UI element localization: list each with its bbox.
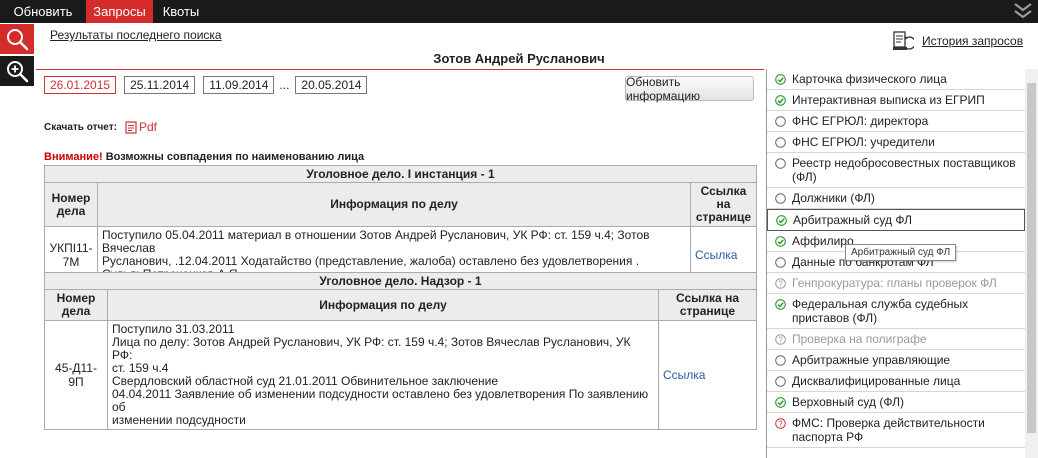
source-item[interactable]: Должники (ФЛ) [767, 188, 1025, 209]
case-info: Поступило 31.03.2011 Лица по делу: Зотов… [107, 320, 659, 430]
empty-circle-icon [775, 158, 786, 169]
sidebar-scrollbar-thumb[interactable] [1027, 83, 1036, 433]
source-item[interactable]: Федеральная служба судебных приставов (Ф… [767, 294, 1025, 329]
source-item-label: Арбитражные управляющие [792, 353, 951, 367]
search-icon [7, 29, 29, 51]
date-button[interactable]: 25.11.2014 [124, 76, 196, 94]
table-row: 45-Д11-9П Поступило 31.03.2011 Лица по д… [44, 320, 757, 430]
source-item-label: Карточка физического лица [792, 72, 947, 86]
tab-quotas[interactable]: Квоты [153, 0, 209, 23]
source-item-label: Генпрокуратура: планы проверок ФЛ [792, 276, 997, 290]
search-tool-button[interactable] [0, 24, 34, 54]
source-item[interactable]: Арбитражные управляющие [767, 350, 1025, 371]
column-header-info: Информация по делу [97, 182, 691, 227]
download-report: Скачать отчет: Pdf [44, 120, 157, 134]
source-item[interactable]: Верховный суд (ФЛ) [767, 392, 1025, 413]
empty-circle-icon [775, 116, 786, 127]
report-dates: 26.01.2015 25.11.2014 11.09.2014 ... 20.… [44, 76, 375, 94]
case-info-line: изменении подсудности [112, 413, 246, 427]
date-button[interactable]: 11.09.2014 [203, 76, 275, 94]
empty-circle-icon [775, 137, 786, 148]
warning-prefix: Внимание! [44, 151, 103, 163]
column-header-info: Информация по делу [107, 289, 659, 321]
sources-sidebar: Карточка физического лица Интерактивная в… [766, 69, 1038, 458]
source-item-label: Дисквалифицированные лица [792, 374, 961, 388]
tab-requests[interactable]: Запросы [86, 0, 153, 23]
empty-circle-icon [775, 376, 786, 387]
last-search-results-link[interactable]: Результаты последнего поиска [50, 28, 222, 42]
check-circle-icon [775, 397, 786, 408]
criminal-case-supervision-table: Уголовное дело. Надзор - 1 Номер дела Ин… [44, 272, 757, 430]
dates-ellipsis: ... [279, 78, 290, 92]
source-item[interactable]: ? Проверка на полиграфе [767, 329, 1025, 350]
header-divider [36, 69, 764, 70]
case-number: 45-Д11-9П [44, 320, 108, 430]
question-circle-icon: ? [775, 418, 786, 429]
column-header-number: Номер дела [44, 182, 98, 227]
empty-circle-icon [775, 193, 786, 204]
match-warning: Внимание! Возможны совпадения по наимено… [44, 151, 364, 163]
pdf-label: Pdf [138, 120, 157, 134]
source-item[interactable]: ФНС ЕГРЮЛ: учредители [767, 132, 1025, 153]
source-item-label: ФНС ЕГРЮЛ: учредители [792, 135, 935, 149]
source-item-label: Федеральная служба судебных приставов (Ф… [792, 297, 969, 325]
question-circle-icon: ? [775, 278, 786, 289]
column-header-link: Ссылка на странице [658, 289, 757, 321]
check-circle-icon [776, 215, 787, 226]
source-item[interactable]: ? Генпрокуратура: планы проверок ФЛ [767, 273, 1025, 294]
table-caption: Уголовное дело. Надзор - 1 [44, 272, 757, 290]
source-item-label: Должники (ФЛ) [792, 191, 875, 205]
svg-text:?: ? [778, 335, 783, 344]
source-item[interactable]: Карточка физического лица [767, 69, 1025, 90]
collapse-chevron-icon[interactable] [1012, 0, 1034, 23]
check-circle-icon [775, 299, 786, 310]
source-item[interactable]: Реестр недобросовестных поставщиков (ФЛ) [767, 153, 1025, 188]
empty-circle-icon [775, 355, 786, 366]
history-link[interactable]: История запросов [892, 30, 1023, 52]
tooltip: Арбитражный суд ФЛ [845, 244, 957, 261]
source-item[interactable]: Арбитражный суд ФЛ [767, 209, 1025, 231]
date-button[interactable]: 20.05.2014 [295, 76, 368, 94]
empty-circle-icon [775, 257, 786, 268]
case-page-link[interactable]: Ссылка [695, 248, 737, 262]
check-circle-icon [775, 236, 786, 247]
tab-refresh[interactable]: Обновить [0, 0, 86, 23]
source-item-label: Верховный суд (ФЛ) [792, 395, 904, 409]
pdf-download-link[interactable]: Pdf [125, 120, 157, 134]
svg-text:?: ? [778, 419, 783, 428]
source-item-label: Арбитражный суд ФЛ [793, 213, 912, 227]
case-info-line: Поступило 05.04.2011 материал в отношени… [102, 228, 650, 255]
source-item-label: Интерактивная выписка из ЕГРИП [792, 93, 985, 107]
case-info-line: 04.04.2011 Заявление об изменении подсуд… [112, 387, 649, 414]
check-circle-icon [775, 95, 786, 106]
check-circle-icon [775, 74, 786, 85]
source-item[interactable]: Дисквалифицированные лица [767, 371, 1025, 392]
column-header-number: Номер дела [44, 289, 108, 321]
top-nav-bar: Обновить Запросы Квоты [0, 0, 1038, 23]
question-circle-icon: ? [775, 334, 786, 345]
svg-text:?: ? [778, 279, 783, 288]
column-header-link: Ссылка на странице [690, 182, 757, 227]
download-label: Скачать отчет: [44, 121, 117, 133]
source-item-label: Реестр недобросовестных поставщиков (ФЛ) [792, 156, 1016, 184]
pdf-icon [125, 120, 137, 134]
refresh-info-button[interactable]: Обновить информацию [625, 75, 754, 103]
warning-text: Возможны совпадения по наименованию лица [102, 151, 365, 163]
source-item[interactable]: ФНС ЕГРЮЛ: директора [767, 111, 1025, 132]
table-caption: Уголовное дело. I инстанция - 1 [44, 165, 757, 183]
source-item-label: ФНС ЕГРЮЛ: директора [792, 114, 929, 128]
source-item[interactable]: ? ФМС: Проверка действительности паспорта… [767, 413, 1025, 448]
criminal-case-first-instance-table: Уголовное дело. I инстанция - 1 Номер де… [44, 165, 757, 284]
history-document-icon [893, 31, 914, 50]
history-link-label: История запросов [922, 34, 1024, 48]
case-page-link[interactable]: Ссылка [663, 368, 705, 382]
date-button-selected[interactable]: 26.01.2015 [44, 76, 117, 94]
source-item[interactable]: Интерактивная выписка из ЕГРИП [767, 90, 1025, 111]
case-info-line: Лица по делу: Зотов Андрей Русланович, У… [112, 335, 631, 362]
source-item-label: Проверка на полиграфе [792, 332, 927, 346]
source-item-label: ФМС: Проверка действительности паспорта … [792, 416, 985, 444]
sidebar-scrollbar[interactable] [1025, 69, 1038, 458]
person-name-title: Зотов Андрей Русланович [433, 51, 605, 66]
